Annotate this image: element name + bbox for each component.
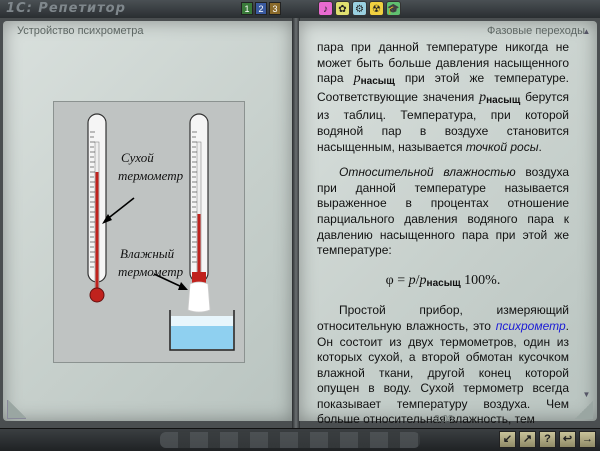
subscript: насыщ	[486, 94, 521, 106]
subscript: насыщ	[360, 76, 395, 88]
humidity-formula: φ = p/pнасыщ 100%.	[317, 273, 569, 292]
forward-arrow-icon[interactable]: ↗	[519, 431, 536, 448]
music-icon[interactable]: ♪	[318, 1, 333, 16]
paragraph-3: Простой прибор, измеряющий относительную…	[317, 303, 569, 428]
psychrometer-diagram	[87, 113, 235, 351]
formula-rhs: 100%.	[460, 272, 501, 288]
window-icons: 1 2 3	[241, 2, 281, 15]
return-icon[interactable]: ↩	[559, 431, 576, 448]
wet-thermometer-label-1: Влажный	[120, 246, 175, 261]
formula-p: p	[408, 272, 416, 288]
left-page: Устройство психрометра Сухой термометр В…	[3, 21, 293, 421]
paragraph-1: пара при данной температуре никогда не м…	[317, 40, 569, 155]
navigation-buttons: ↙ ↗ ? ↩ →	[499, 431, 596, 448]
term-relative-humidity: Относительной влажностью	[339, 165, 516, 180]
text-span: . Он состоит из двух термометров, один и…	[317, 318, 569, 427]
dry-thermometer	[87, 113, 107, 303]
wet-cloth	[187, 281, 211, 313]
desk-tools-decoration	[160, 432, 420, 448]
psychrometer-link[interactable]: психрометр	[496, 319, 566, 333]
scroll-down-icon[interactable]: ▼	[582, 390, 591, 399]
formula-p-sat: p	[419, 272, 427, 288]
article-text: пара при данной температуре никогда не м…	[317, 40, 569, 428]
right-page-header: Фазовые переходы	[487, 25, 585, 37]
wet-thermometer-label-2: термометр	[118, 264, 184, 279]
back-arrow-icon[interactable]: ↙	[499, 431, 516, 448]
page-forward-corner[interactable]	[575, 401, 593, 419]
term-dew-point: точкой росы	[465, 139, 539, 154]
graduation-cap-icon[interactable]: 🎓	[386, 1, 401, 16]
radiation-icon[interactable]: ☢	[369, 1, 384, 16]
window-icon-1[interactable]: 1	[241, 2, 253, 15]
window-icon-3[interactable]: 3	[269, 2, 281, 15]
window-icon-2[interactable]: 2	[255, 2, 267, 15]
psychrometer-figure: Сухой термометр Влажный термометр	[53, 101, 245, 363]
top-bar: 1С: Репетитор 1 2 3 ♪ ✿ ⚙ ☢ 🎓	[0, 0, 600, 19]
formula-lhs: φ =	[385, 272, 409, 288]
dry-thermometer-label-2: термометр	[118, 168, 184, 183]
bottom-bar: ↙ ↗ ? ↩ →	[0, 428, 600, 451]
right-page: Фазовые переходы пара при данной темпера…	[299, 21, 597, 426]
variable-p: p	[353, 71, 361, 87]
page-number: 2.08	[434, 414, 454, 425]
scroll-up-icon[interactable]: ▲	[582, 27, 591, 36]
dry-thermometer-label-1: Сухой	[121, 150, 154, 165]
app-title: 1С: Репетитор	[6, 1, 126, 16]
left-page-header: Устройство психрометра	[17, 25, 144, 37]
wet-thermometer	[189, 113, 209, 293]
gear-icon[interactable]: ⚙	[352, 1, 367, 16]
page-back-corner[interactable]	[7, 400, 26, 419]
formula-subscript: насыщ	[426, 277, 461, 289]
flower-icon[interactable]: ✿	[335, 1, 350, 16]
mode-toolbar: ♪ ✿ ⚙ ☢ 🎓	[318, 1, 401, 16]
help-icon[interactable]: ?	[539, 431, 556, 448]
water-container	[169, 310, 235, 351]
exit-icon[interactable]: →	[579, 431, 596, 448]
book: Устройство психрометра Сухой термометр В…	[0, 18, 600, 428]
text-span: .	[538, 139, 542, 154]
paragraph-2: Относительной влажностью воздуха при дан…	[317, 165, 569, 259]
